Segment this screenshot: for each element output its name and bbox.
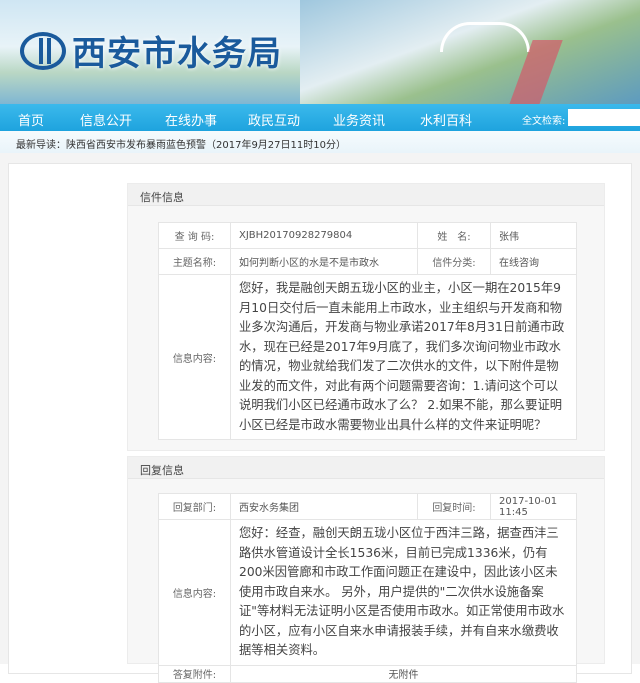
logo-icon xyxy=(20,31,66,70)
reply-content-label: 信息内容: xyxy=(158,519,231,666)
letter-content-label: 信息内容: xyxy=(158,274,231,440)
letter-content: 您好，我是融创天朗五珑小区的业主，小区一期在2015年9月10日交付后一直未能用… xyxy=(230,274,577,440)
time-value: 2017-10-01 11:45 xyxy=(490,493,577,520)
subject-label: 主题名称: xyxy=(158,248,231,275)
category-label: 信件分类: xyxy=(417,248,491,275)
site-title: 西安市水务局 xyxy=(72,34,282,74)
letter-table: 查 询 码: XJBH20170928279804 姓 名: 张伟 主题名称: … xyxy=(158,222,577,440)
news-ticker[interactable]: 最新导读：陕西省西安市发布暴雨蓝色预警（2017年9月27日11时10分） xyxy=(0,131,640,153)
nav-interaction[interactable]: 政民互动 xyxy=(248,110,300,129)
nav-info-public[interactable]: 信息公开 xyxy=(80,110,132,129)
query-value: XJBH20170928279804 xyxy=(230,222,418,249)
attach-value: 无附件 xyxy=(230,664,577,683)
letter-panel: 信件信息 查 询 码: XJBH20170928279804 姓 名: 张伟 主… xyxy=(127,183,605,451)
letter-heading: 信件信息 xyxy=(128,184,604,206)
site-banner: 西安市水务局 xyxy=(0,0,640,104)
attach-label: 答复附件: xyxy=(158,664,231,683)
subject-value: 如何判断小区的水是不是市政水 xyxy=(230,248,418,275)
nav-online-service[interactable]: 在线办事 xyxy=(165,110,217,129)
category-value: 在线咨询 xyxy=(490,248,577,275)
name-value: 张伟 xyxy=(490,222,577,249)
reply-panel: 回复信息 回复部门: 西安水务集团 回复时间: 2017-10-01 11:45… xyxy=(127,456,605,683)
nav-encyclopedia[interactable]: 水利百科 xyxy=(420,110,472,129)
search-label: 全文检索: xyxy=(522,116,566,127)
bridge-graphic xyxy=(440,22,530,52)
dept-value: 西安水务集团 xyxy=(230,493,418,520)
reply-heading: 回复信息 xyxy=(128,457,604,479)
time-label: 回复时间: xyxy=(417,493,491,520)
name-label: 姓 名: xyxy=(417,222,491,249)
nav-business-news[interactable]: 业务资讯 xyxy=(333,110,385,129)
search-input[interactable] xyxy=(568,109,640,126)
news-text[interactable]: 最新导读：陕西省西安市发布暴雨蓝色预警（2017年9月27日11时10分） xyxy=(16,140,346,151)
dept-label: 回复部门: xyxy=(158,493,231,520)
main-nav: 首页 信息公开 在线办事 政民互动 业务资讯 水利百科 全文检索: xyxy=(0,104,640,131)
banner-scenery xyxy=(300,0,640,104)
reply-table: 回复部门: 西安水务集团 回复时间: 2017-10-01 11:45 信息内容… xyxy=(158,493,577,683)
nav-home[interactable]: 首页 xyxy=(18,110,44,129)
query-label: 查 询 码: xyxy=(158,222,231,249)
site-logo[interactable]: 西安市水务局 xyxy=(20,26,282,75)
reply-content: 您好：经查，融创天朗五珑小区位于西沣三路，据查西沣三路供水管道设计全长1536米… xyxy=(230,519,577,666)
